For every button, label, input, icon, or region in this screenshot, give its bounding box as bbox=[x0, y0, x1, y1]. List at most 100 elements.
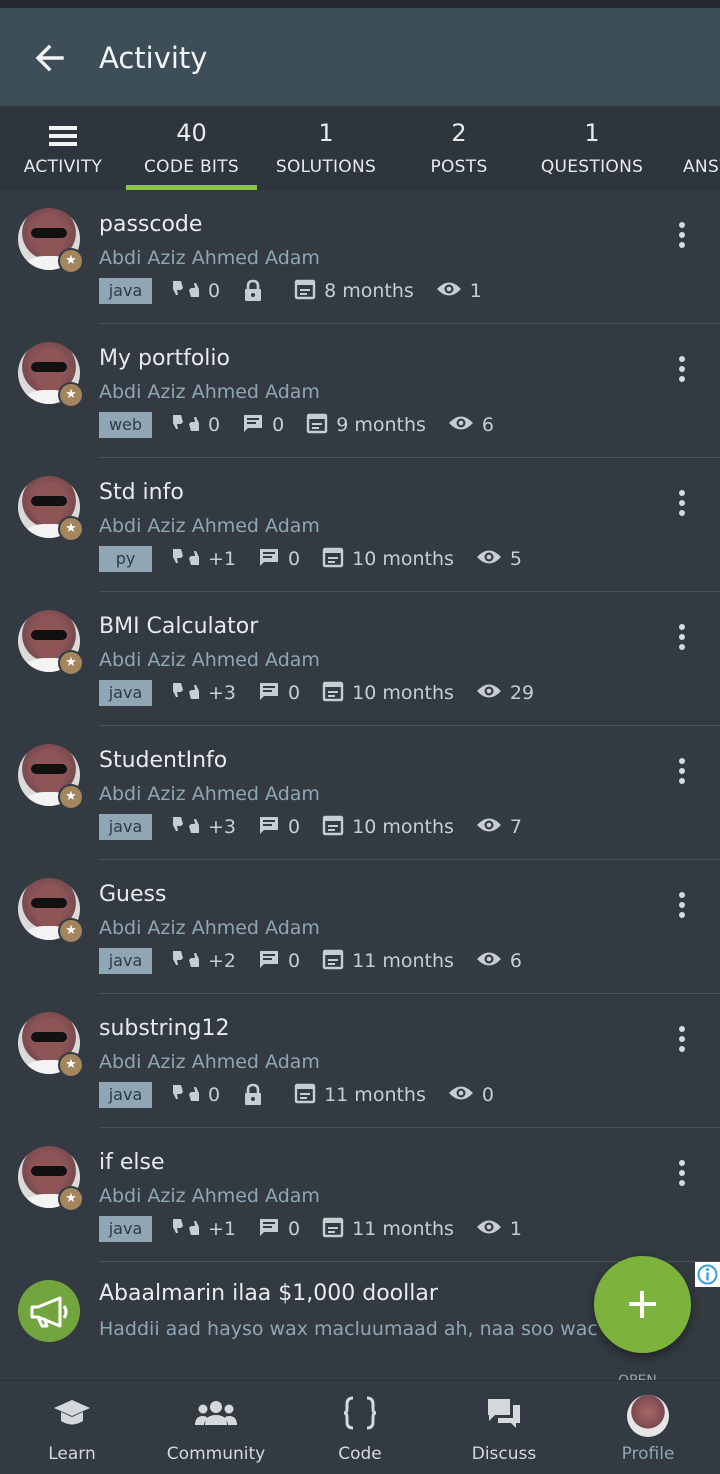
vote-count: +1 bbox=[172, 1216, 236, 1243]
star-badge-icon: ★ bbox=[58, 1052, 84, 1078]
code-author[interactable]: Abdi Aziz Ahmed Adam bbox=[99, 245, 320, 271]
code-list-item[interactable]: ★ StudentInfo Abdi Aziz Ahmed Adam java +3 0 1… bbox=[0, 726, 720, 860]
vote-count: 0 bbox=[172, 412, 220, 439]
code-title: substring12 bbox=[99, 1016, 230, 1041]
more-options-icon[interactable] bbox=[672, 892, 692, 926]
code-author[interactable]: Abdi Aziz Ahmed Adam bbox=[99, 513, 320, 539]
code-list-item[interactable]: ★ substring12 Abdi Aziz Ahmed Adam java 0 11 … bbox=[0, 994, 720, 1128]
code-age: 10 months bbox=[322, 546, 454, 573]
vote-count: +1 bbox=[172, 546, 236, 573]
code-list-item[interactable]: ★ Guess Abdi Aziz Ahmed Adam java +2 0 11 mont… bbox=[0, 860, 720, 994]
nav-label: Discuss bbox=[471, 1444, 537, 1464]
arrow-left-icon[interactable] bbox=[30, 38, 70, 78]
code-list-item[interactable]: ★ passcode Abdi Aziz Ahmed Adam java 0 8 mont… bbox=[0, 190, 720, 324]
nav-label: Community bbox=[166, 1444, 266, 1464]
comment-value: 0 bbox=[288, 548, 301, 570]
more-options-icon[interactable] bbox=[672, 758, 692, 792]
lock-icon bbox=[242, 279, 272, 303]
views-value: 6 bbox=[481, 414, 494, 436]
tab-code-bits[interactable]: 40 CODE BITS bbox=[126, 106, 257, 190]
view-count: 5 bbox=[476, 548, 522, 571]
comment-count: 0 bbox=[258, 1216, 300, 1243]
language-tag: py bbox=[99, 546, 152, 572]
avatar[interactable]: ★ bbox=[18, 1012, 84, 1078]
calendar-icon bbox=[322, 680, 352, 707]
views-value: 0 bbox=[481, 1084, 494, 1106]
menu-icon bbox=[49, 126, 77, 146]
vote-count: +3 bbox=[172, 680, 236, 707]
nav-label: Code bbox=[338, 1444, 382, 1464]
avatar[interactable]: ★ bbox=[18, 744, 84, 810]
code-meta: java +2 0 11 months 6 bbox=[99, 948, 544, 974]
code-meta: java +3 0 10 months 7 bbox=[99, 814, 544, 840]
avatar[interactable]: ★ bbox=[18, 878, 84, 944]
tab-activity[interactable]: ACTIVITY bbox=[0, 106, 126, 190]
more-options-icon[interactable] bbox=[672, 624, 692, 658]
age-value: 11 months bbox=[324, 1084, 426, 1106]
calendar-icon bbox=[322, 1216, 352, 1243]
code-list-item[interactable]: ★ BMI Calculator Abdi Aziz Ahmed Adam java +… bbox=[0, 592, 720, 726]
more-options-icon[interactable] bbox=[672, 222, 692, 256]
more-options-icon[interactable] bbox=[672, 356, 692, 390]
code-title: passcode bbox=[99, 212, 203, 237]
code-author[interactable]: Abdi Aziz Ahmed Adam bbox=[99, 1049, 320, 1075]
promo-description: Haddii aad hayso wax macluumaad ah, naa … bbox=[99, 1318, 598, 1340]
tab-solutions[interactable]: 1 SOLUTIONS bbox=[262, 106, 390, 190]
code-author[interactable]: Abdi Aziz Ahmed Adam bbox=[99, 781, 320, 807]
more-options-icon[interactable] bbox=[672, 1026, 692, 1060]
code-title: BMI Calculator bbox=[99, 614, 259, 639]
avatar[interactable]: ★ bbox=[18, 476, 84, 542]
ad-info-icon[interactable] bbox=[695, 1262, 720, 1287]
nav-community[interactable]: Community bbox=[144, 1381, 288, 1474]
eye-icon bbox=[476, 1218, 510, 1241]
code-list-item[interactable]: ★ My portfolio Abdi Aziz Ahmed Adam web 0 0 9 … bbox=[0, 324, 720, 458]
tab-answers[interactable]: 0 ANSWERS bbox=[678, 106, 720, 190]
code-meta: java +3 0 10 months 29 bbox=[99, 680, 556, 706]
view-count: 6 bbox=[448, 414, 494, 437]
code-meta: java +1 0 11 months 1 bbox=[99, 1216, 544, 1242]
comment-count: 0 bbox=[258, 546, 300, 573]
nav-discuss[interactable]: Discuss bbox=[432, 1381, 576, 1474]
nav-label: Profile bbox=[621, 1444, 675, 1464]
nav-learn[interactable]: Learn bbox=[0, 1381, 144, 1474]
comment-icon bbox=[258, 1216, 288, 1243]
comment-value: 0 bbox=[272, 414, 285, 436]
code-age: 11 months bbox=[294, 1082, 426, 1109]
comment-icon bbox=[258, 546, 288, 573]
eye-icon bbox=[448, 414, 482, 437]
eye-icon bbox=[448, 1084, 482, 1107]
calendar-icon bbox=[322, 546, 352, 573]
tab-count: 2 bbox=[451, 119, 467, 147]
avatar[interactable]: ★ bbox=[18, 208, 84, 274]
tab-posts[interactable]: 2 POSTS bbox=[400, 106, 518, 190]
avatar[interactable]: ★ bbox=[18, 610, 84, 676]
code-title: My portfolio bbox=[99, 346, 230, 371]
votes-icon bbox=[172, 278, 208, 305]
language-tag: java bbox=[99, 814, 152, 840]
votes-icon bbox=[172, 680, 208, 707]
views-value: 1 bbox=[509, 1218, 522, 1240]
code-age: 8 months bbox=[294, 278, 414, 305]
nav-profile[interactable]: Profile bbox=[576, 1381, 720, 1474]
age-value: 8 months bbox=[324, 280, 414, 302]
code-author[interactable]: Abdi Aziz Ahmed Adam bbox=[99, 1183, 320, 1209]
vote-value: +3 bbox=[208, 816, 237, 838]
code-list-item[interactable]: ★ Std info Abdi Aziz Ahmed Adam py +1 0 10 mon… bbox=[0, 458, 720, 592]
more-options-icon[interactable] bbox=[672, 490, 692, 524]
votes-icon bbox=[172, 1082, 208, 1109]
code-list-item[interactable]: ★ if else Abdi Aziz Ahmed Adam java +1 0 11 mo… bbox=[0, 1128, 720, 1262]
code-author[interactable]: Abdi Aziz Ahmed Adam bbox=[99, 647, 320, 673]
more-options-icon[interactable] bbox=[672, 1160, 692, 1194]
nav-code[interactable]: Code bbox=[288, 1381, 432, 1474]
avatar[interactable]: ★ bbox=[18, 342, 84, 408]
code-title: Guess bbox=[99, 882, 167, 907]
code-author[interactable]: Abdi Aziz Ahmed Adam bbox=[99, 915, 320, 941]
add-code-button[interactable] bbox=[594, 1256, 691, 1353]
views-value: 29 bbox=[509, 682, 535, 704]
vote-value: 0 bbox=[208, 414, 221, 436]
view-count: 1 bbox=[476, 1218, 522, 1241]
code-author[interactable]: Abdi Aziz Ahmed Adam bbox=[99, 379, 320, 405]
avatar[interactable]: ★ bbox=[18, 1146, 84, 1212]
tab-questions[interactable]: 1 QUESTIONS bbox=[530, 106, 654, 190]
view-count: 29 bbox=[476, 682, 534, 705]
